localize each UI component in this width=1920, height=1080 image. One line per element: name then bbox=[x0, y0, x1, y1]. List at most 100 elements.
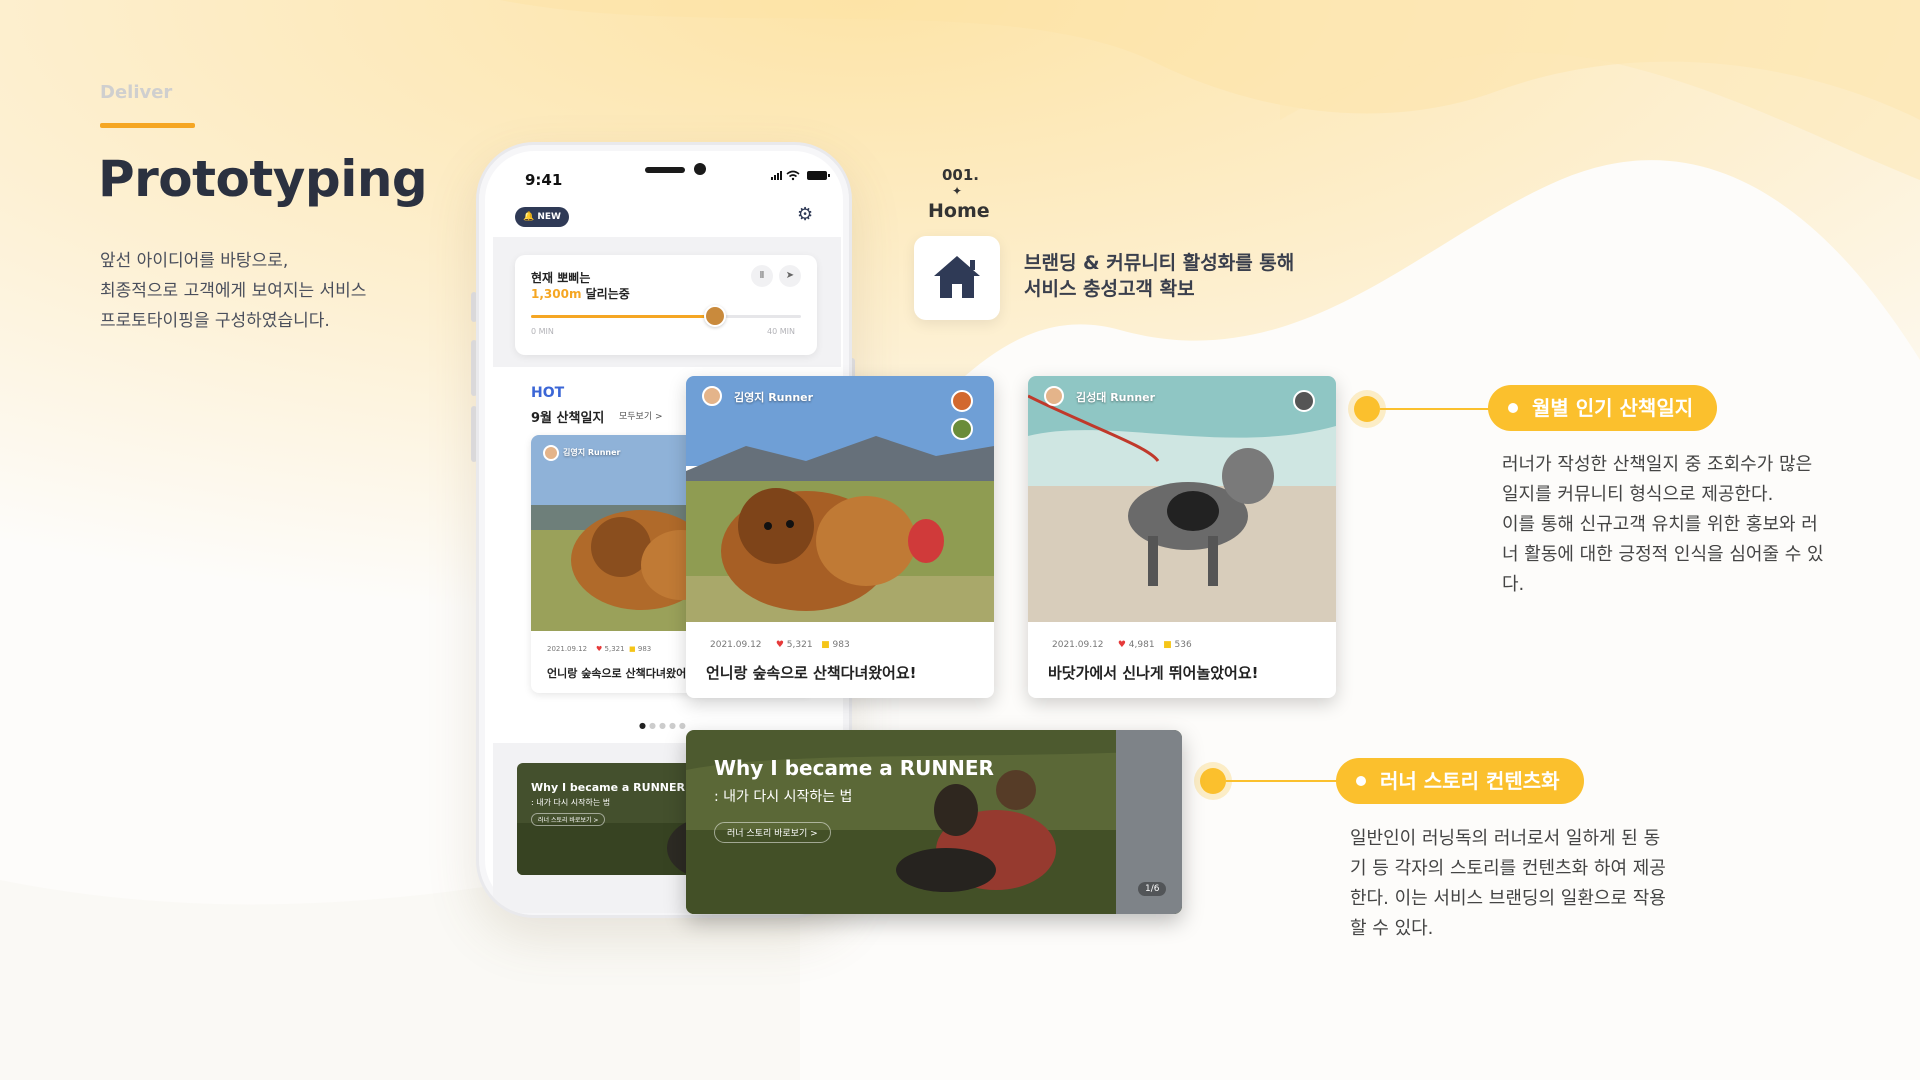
send-icon[interactable]: ➤ bbox=[779, 265, 801, 287]
page-description-line: 프로토타이핑을 구성하였습니다. bbox=[100, 311, 330, 331]
callout-label: 월별 인기 산책일지 bbox=[1532, 396, 1694, 420]
runner-story-banner[interactable]: Why I became a RUNNER : 내가 다시 시작하는 법 러너 … bbox=[686, 730, 1182, 914]
heart-icon: ♥ bbox=[596, 645, 603, 653]
comment-icon: ■ bbox=[1163, 640, 1172, 650]
status-time: 9:41 bbox=[525, 171, 563, 189]
front-camera bbox=[694, 163, 706, 175]
callout-dot bbox=[1354, 396, 1380, 422]
bell-icon: 🔔 bbox=[523, 212, 535, 222]
callout-description-line: 이를 통해 신규고객 유치를 위한 홍보와 러 bbox=[1502, 514, 1818, 535]
page-description: 앞선 아이디어를 바탕으로, 최종적으로 고객에게 보여지는 서비스 프로토타이… bbox=[100, 246, 366, 336]
running-progress-track bbox=[531, 305, 801, 327]
running-status-card[interactable]: 현재 뽀삐는 1,300m 달리는중 Ⅱ ➤ 0 MIN 40 MIN bbox=[515, 255, 817, 355]
like-count: 4,981 bbox=[1128, 640, 1155, 650]
author-avatar bbox=[702, 386, 722, 406]
runner-avatar bbox=[951, 418, 973, 440]
running-status-line1: 현재 뽀삐는 bbox=[531, 271, 591, 285]
dog-photo bbox=[686, 376, 994, 622]
status-icons bbox=[771, 169, 835, 184]
callout-description: 일반인이 러닝독의 러너로서 일하게 된 동 기 등 각자의 스토리를 컨텐츠화… bbox=[1350, 824, 1666, 944]
card-author: 김영지 Runner bbox=[734, 391, 814, 404]
sparkle-icon: ✦ bbox=[952, 184, 963, 198]
journal-card-kimseongdae[interactable]: 김성대 Runner 2021.09.12 ♥ 4,981 ■ 536 바닷가에… bbox=[1028, 376, 1336, 698]
home-description: 브랜딩 & 커뮤니티 활성화를 통해 서비스 충성고객 확보 bbox=[1024, 250, 1294, 302]
story-subtitle: : 내가 다시 시작하는 법 bbox=[531, 798, 611, 807]
story-title: Why I became a RUNNER bbox=[714, 756, 994, 780]
home-icon-tile bbox=[914, 236, 1000, 320]
callout-description-line: 러너가 작성한 산책일지 중 조회수가 많은 bbox=[1502, 454, 1813, 475]
card-date: 2021.09.12 bbox=[547, 645, 588, 653]
pill-dot bbox=[1356, 775, 1366, 786]
comment-count: 983 bbox=[832, 640, 850, 650]
callout-description-line: 일지를 커뮤니티 형식으로 제공한다. bbox=[1502, 484, 1774, 505]
callout-line bbox=[1380, 408, 1500, 410]
card-caption: 언니랑 숲속으로 산책다녀왔어요! bbox=[547, 667, 702, 680]
callout-line bbox=[1226, 780, 1346, 782]
story-pager: 1/6 bbox=[1138, 882, 1167, 896]
speaker-notch bbox=[645, 167, 685, 173]
section-divider bbox=[100, 123, 195, 128]
author-avatar bbox=[1044, 386, 1064, 406]
story-title: Why I became a RUNNER bbox=[531, 781, 685, 794]
card-caption: 바닷가에서 신나게 뛰어놀았어요! bbox=[1048, 664, 1259, 682]
dog-photo bbox=[1028, 376, 1336, 622]
journal-card-kimyoungji[interactable]: 김영지 Runner 2021.09.12 ♥ 5,321 ■ 983 언니랑 … bbox=[686, 376, 994, 698]
callout-description-line: 한다. 이는 서비스 브랜딩의 일환으로 작용 bbox=[1350, 888, 1666, 909]
card-date: 2021.09.12 bbox=[710, 640, 762, 650]
pause-icon[interactable]: Ⅱ bbox=[751, 265, 773, 287]
screen-number: 001. bbox=[942, 166, 980, 184]
story-subtitle: : 내가 다시 시작하는 법 bbox=[714, 789, 853, 805]
running-status-suffix: 달리는중 bbox=[581, 287, 630, 301]
page-description-line: 최종적으로 고객에게 보여지는 서비스 bbox=[100, 281, 367, 301]
new-notification-badge[interactable]: 🔔 NEW bbox=[515, 207, 569, 227]
monthly-journal-title: 9월 산책일지 bbox=[531, 411, 605, 426]
card-meta: 2021.09.12 ♥ 4,981 ■ 536 bbox=[1052, 640, 1192, 650]
runner-avatar bbox=[951, 390, 973, 412]
new-badge-label: NEW bbox=[537, 212, 561, 222]
comment-icon: ■ bbox=[821, 640, 830, 650]
like-count: 5,321 bbox=[786, 640, 813, 650]
signal-wifi-battery-icon bbox=[771, 170, 830, 181]
home-icon bbox=[934, 256, 980, 298]
running-distance: 1,300m bbox=[531, 287, 582, 301]
see-all-link[interactable]: 모두보기 > bbox=[619, 409, 663, 422]
heart-icon: ♥ bbox=[1117, 640, 1126, 650]
author-avatar bbox=[543, 445, 559, 461]
card-author: 김성대 Runner bbox=[1076, 391, 1156, 404]
callout-label: 러너 스토리 컨텐츠화 bbox=[1380, 769, 1560, 793]
home-description-line: 브랜딩 & 커뮤니티 활성화를 통해 bbox=[1024, 252, 1295, 274]
gear-icon[interactable]: ⚙ bbox=[797, 204, 813, 225]
running-status-line2: 1,300m 달리는중 bbox=[531, 285, 630, 302]
section-tag: Deliver bbox=[100, 82, 173, 103]
pill-dot bbox=[1508, 402, 1518, 413]
heart-icon: ♥ bbox=[775, 640, 784, 650]
callout-description: 러너가 작성한 산책일지 중 조회수가 많은 일지를 커뮤니티 형식으로 제공한… bbox=[1502, 450, 1824, 600]
page-description-line: 앞선 아이디어를 바탕으로, bbox=[100, 251, 289, 271]
card-caption: 언니랑 숲속으로 산책다녀왔어요! bbox=[706, 664, 917, 682]
dog-avatar-knob[interactable] bbox=[703, 305, 726, 327]
callout-description-line: 일반인이 러닝독의 러너로서 일하게 된 동 bbox=[1350, 828, 1661, 849]
hot-label: HOT bbox=[531, 385, 565, 401]
home-description-line: 서비스 충성고객 확보 bbox=[1024, 278, 1195, 300]
carousel-dots[interactable]: ●●●●● bbox=[639, 721, 689, 730]
card-author: 김영지 Runner bbox=[563, 448, 621, 457]
callout-description-line: 할 수 있다. bbox=[1350, 918, 1434, 939]
like-count: 5,321 bbox=[604, 645, 625, 653]
callout-description-line: 너 활동에 대한 긍정적 인식을 심어줄 수 있 bbox=[1502, 544, 1824, 565]
card-date: 2021.09.12 bbox=[1052, 640, 1104, 650]
comment-icon: ■ bbox=[629, 645, 636, 653]
story-link-button[interactable]: 러너 스토리 바로보기 > bbox=[714, 822, 831, 843]
card-meta: 2021.09.12 ♥ 5,321 ■ 983 bbox=[710, 640, 850, 650]
card-meta: 2021.09.12 ♥ 5,321 ■ 983 bbox=[547, 645, 651, 653]
min-end-label: 40 MIN bbox=[767, 327, 795, 336]
callout-description-line: 다. bbox=[1502, 574, 1525, 595]
screen-label: Home bbox=[928, 200, 990, 222]
min-start-label: 0 MIN bbox=[531, 327, 554, 336]
callout-pill-monthly-journal: 월별 인기 산책일지 bbox=[1488, 385, 1718, 431]
story-link-button[interactable]: 러너 스토리 바로보기 > bbox=[531, 813, 606, 826]
page-title: Prototyping bbox=[98, 150, 428, 208]
comment-count: 983 bbox=[637, 645, 652, 653]
callout-pill-runner-story: 러너 스토리 컨텐츠화 bbox=[1336, 758, 1584, 804]
comment-count: 536 bbox=[1174, 640, 1192, 650]
runner-avatar bbox=[1293, 390, 1315, 412]
